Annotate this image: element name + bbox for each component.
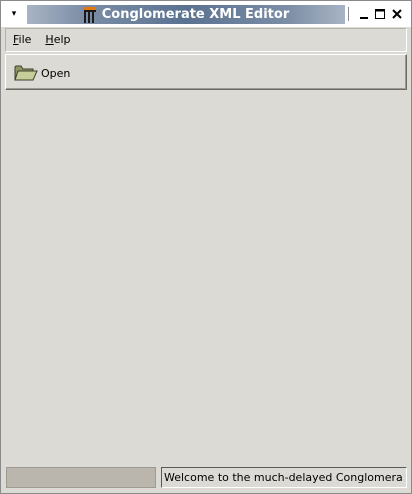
title-strip[interactable]: Conglomerate XML Editor [27,5,345,24]
minimize-icon [360,17,368,19]
menu-file[interactable]: File [6,30,38,50]
open-button-label: Open [41,66,71,80]
open-button[interactable]: Open [10,60,74,86]
maximize-icon [375,9,385,19]
close-button[interactable] [390,7,404,21]
app-logo-icon [83,6,97,23]
menu-bar: File Help [5,28,407,52]
window-title: Conglomerate XML Editor [101,7,290,22]
title-bar[interactable]: ▾ Conglomerate XML Editor [1,1,411,27]
toolbar: Open [5,54,407,90]
status-message: Welcome to the much-delayed Conglomera [161,467,407,488]
window-menu-button[interactable]: ▾ [3,4,25,24]
app-window: ▾ Conglomerate XML Editor File Help Open… [0,0,412,494]
minimize-button[interactable] [357,7,371,21]
chevron-down-icon: ▾ [11,9,17,19]
menu-help[interactable]: Help [38,30,77,50]
maximize-button[interactable] [373,7,387,21]
document-area[interactable] [5,90,407,464]
folder-open-icon [14,65,38,81]
progress-bar [6,467,156,488]
title-separator [348,7,350,21]
close-icon [392,9,402,19]
